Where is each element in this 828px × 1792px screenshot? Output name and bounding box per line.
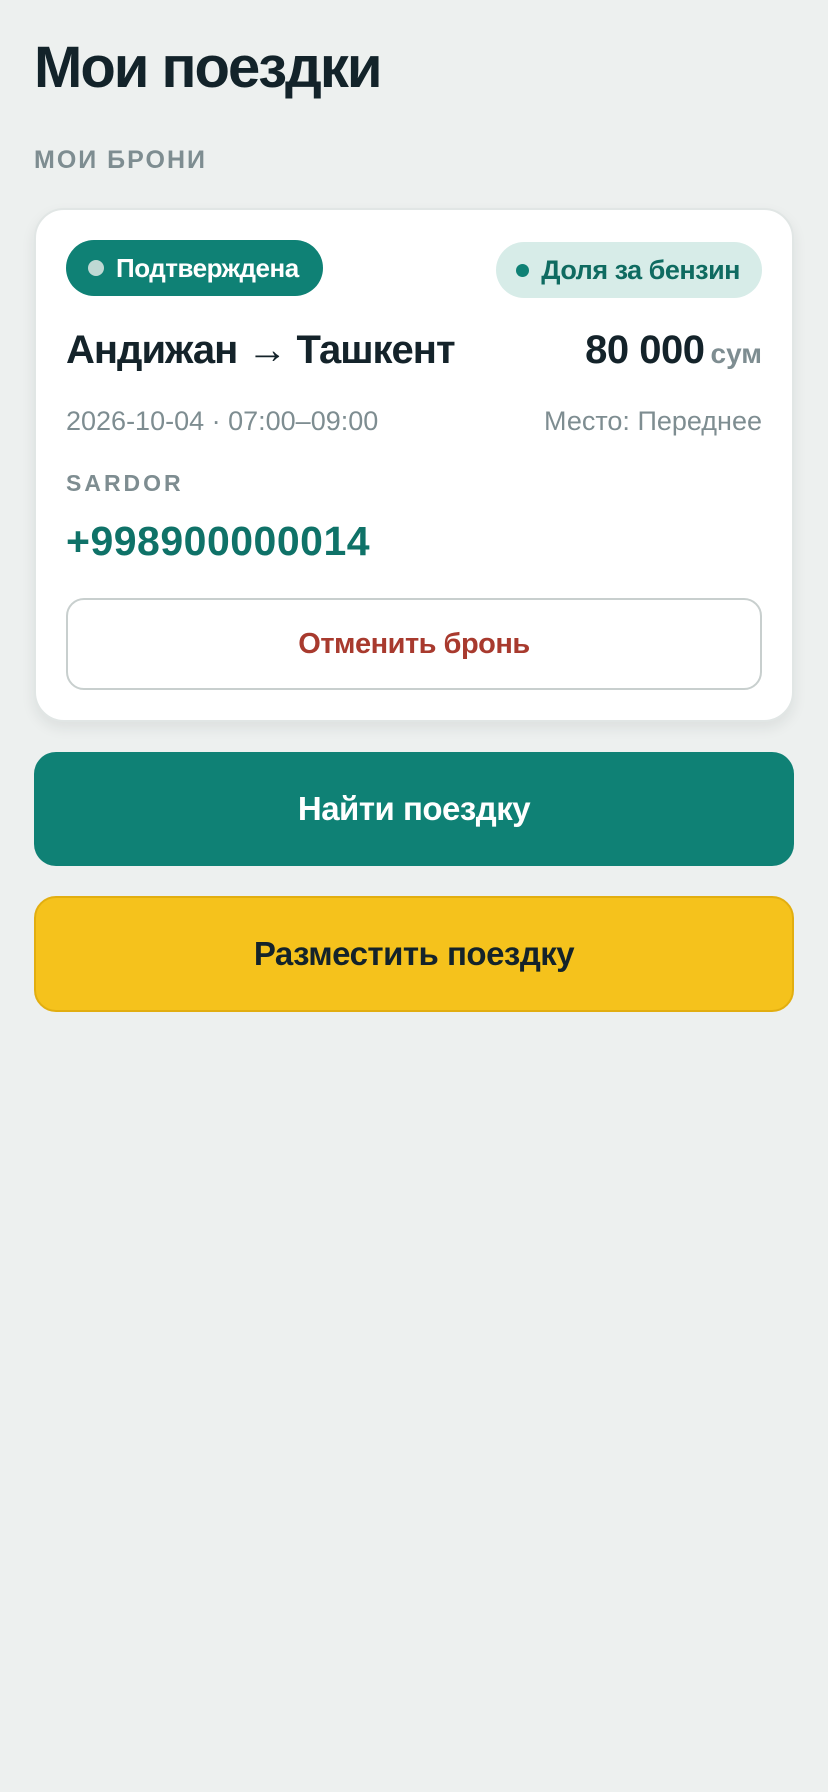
price-amount: 80 000 [585, 328, 705, 372]
driver-name: SARDOR [66, 470, 184, 496]
driver-phone-link[interactable]: +998900000014 [66, 518, 370, 565]
price-currency: сум [710, 338, 763, 369]
fuel-share-dot-icon [516, 263, 530, 277]
booking-card: Подтверждена Доля за бензин Андижан → Та… [34, 208, 794, 722]
find-trip-button[interactable]: Найти поездку [34, 752, 794, 866]
status-badge-label: Подтверждена [116, 252, 299, 283]
trip-route: Андижан → Ташкент [66, 328, 456, 372]
post-trip-button[interactable]: Разместить поездку [34, 896, 794, 1012]
status-dot-icon [88, 260, 104, 276]
fuel-share-badge: Доля за бензин [496, 242, 762, 298]
fuel-share-badge-label: Доля за бензин [541, 254, 740, 285]
status-badge: Подтверждена [66, 240, 323, 296]
seat-info: Место: Переднее [544, 406, 762, 436]
my-trips-screen: Мои поездки МОИ БРОНИ Подтверждена Доля … [0, 0, 828, 1792]
trip-datetime: 2026-10-04 · 07:00–09:00 [66, 406, 379, 436]
trip-price: 80 000 сум [585, 328, 762, 373]
bookings-section-label: МОИ БРОНИ [34, 146, 207, 174]
page-title: Мои поездки [34, 35, 383, 100]
cancel-booking-button[interactable]: Отменить бронь [66, 598, 762, 690]
